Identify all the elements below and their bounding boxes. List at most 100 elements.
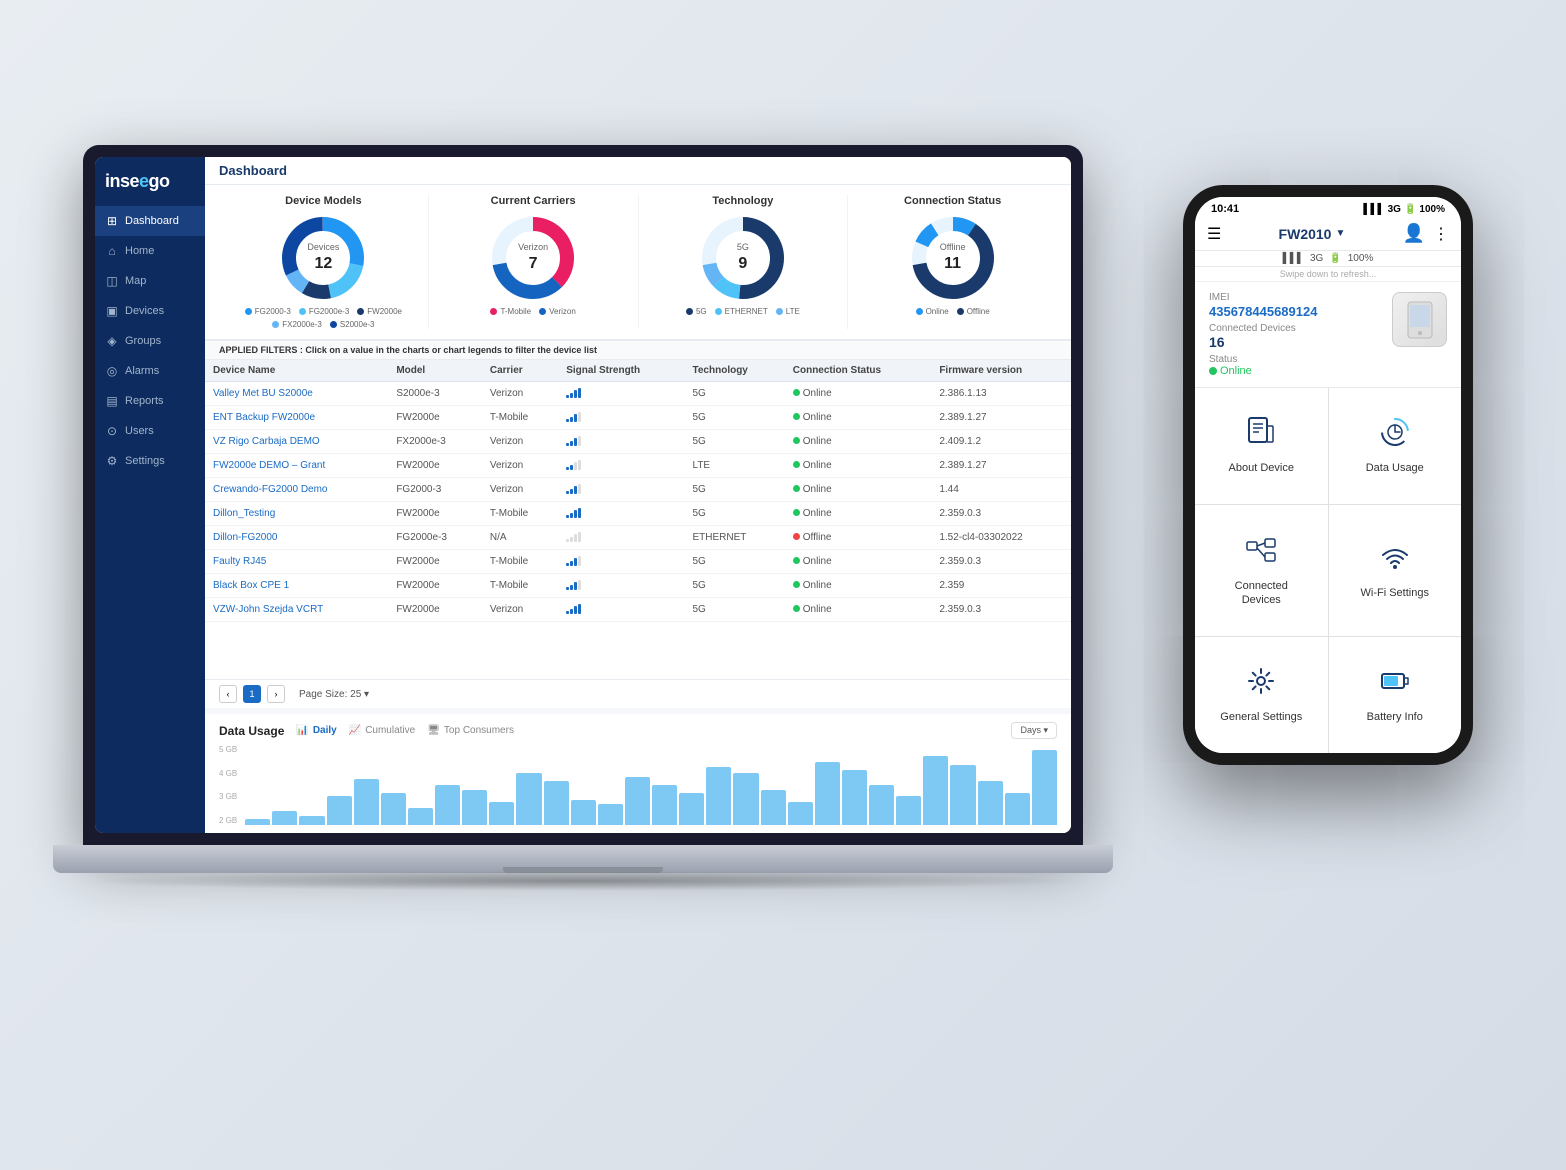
table-row: Dillon_Testing FW2000e T-Mobile 5G Onlin… bbox=[205, 502, 1071, 526]
bar-col bbox=[516, 773, 541, 825]
legend-item: FG2000e-3 bbox=[299, 307, 349, 316]
signal-cell bbox=[558, 598, 684, 622]
sidebar-item-dashboard[interactable]: ⊞ Dashboard bbox=[95, 206, 205, 236]
page-1-btn[interactable]: 1 bbox=[243, 685, 261, 703]
phone-connected-devices: 16 bbox=[1209, 334, 1382, 350]
days-filter-btn[interactable]: Days ▾ bbox=[1011, 722, 1057, 739]
col-firmware[interactable]: Firmware version bbox=[931, 360, 1071, 382]
phone-device-image bbox=[1392, 292, 1447, 347]
bar-col bbox=[652, 785, 677, 825]
status-cell: Offline bbox=[785, 526, 932, 550]
phone-signal-row: ▌▌▌ 3G 🔋 100% bbox=[1195, 251, 1461, 267]
sidebar-item-alarms[interactable]: ◎ Alarms bbox=[95, 356, 205, 386]
table-row: Faulty RJ45 FW2000e T-Mobile 5G Online 2… bbox=[205, 550, 1071, 574]
battery-info-icon bbox=[1379, 665, 1411, 704]
grid-item-general-settings[interactable]: General Settings bbox=[1195, 637, 1328, 753]
device-table: Device Name Model Carrier Signal Strengt… bbox=[205, 360, 1071, 622]
grid-item-data-usage[interactable]: Data Usage bbox=[1329, 388, 1462, 504]
legend-item: ETHERNET bbox=[715, 307, 768, 316]
chart-legend-carriers: T-Mobile Verizon bbox=[490, 307, 575, 316]
tab-daily[interactable]: 📊 Daily bbox=[296, 725, 336, 736]
device-name-cell[interactable]: Black Box CPE 1 bbox=[205, 574, 388, 598]
tab-top-consumers[interactable]: 🖥 Top Consumers bbox=[427, 725, 514, 736]
status-cell: Online bbox=[785, 382, 932, 406]
sidebar-item-reports[interactable]: ▤ Reports bbox=[95, 386, 205, 416]
data-usage-icon bbox=[1379, 416, 1411, 455]
device-name-cell[interactable]: VZ Rigo Carbaja DEMO bbox=[205, 430, 388, 454]
sidebar: inseego ⊞ Dashboard ⌂ Home ◫ bbox=[95, 157, 205, 833]
dashboard-icon: ⊞ bbox=[105, 214, 119, 228]
battery-icon: 🔋 bbox=[1404, 204, 1416, 215]
top-bar: Dashboard bbox=[205, 157, 1071, 185]
pagination-row: ‹ 1 › Page Size: 25 ▾ bbox=[205, 679, 1071, 708]
legend-item: FG2000-3 bbox=[245, 307, 291, 316]
sidebar-item-home[interactable]: ⌂ Home bbox=[95, 236, 205, 266]
col-connection-status[interactable]: Connection Status bbox=[785, 360, 932, 382]
model-cell: FW2000e bbox=[388, 454, 482, 478]
more-icon[interactable]: ⋮ bbox=[1433, 224, 1449, 244]
col-signal[interactable]: Signal Strength bbox=[558, 360, 684, 382]
phone-status-bar: 10:41 ▌▌▌ 3G 🔋 100% bbox=[1195, 197, 1461, 217]
grid-item-battery-info[interactable]: Battery Info bbox=[1329, 637, 1462, 753]
grid-item-about-device[interactable]: About Device bbox=[1195, 388, 1328, 504]
col-device-name[interactable]: Device Name bbox=[205, 360, 388, 382]
phone-screen: 10:41 ▌▌▌ 3G 🔋 100% ☰ FW2010 ▼ 👤 ⋮ bbox=[1195, 197, 1461, 753]
signal-cell bbox=[558, 430, 684, 454]
laptop-base bbox=[53, 845, 1113, 873]
next-page-btn[interactable]: › bbox=[267, 685, 285, 703]
sidebar-item-map[interactable]: ◫ Map bbox=[95, 266, 205, 296]
legend-item: Offline bbox=[957, 307, 990, 316]
col-carrier[interactable]: Carrier bbox=[482, 360, 558, 382]
phone-imei-value[interactable]: 435678445689124 bbox=[1209, 304, 1382, 319]
carrier-cell: T-Mobile bbox=[482, 550, 558, 574]
chart-current-carriers: Current Carriers Verizon 7 bbox=[429, 195, 639, 329]
device-name-cell[interactable]: Dillon-FG2000 bbox=[205, 526, 388, 550]
avatar-icon[interactable]: 👤 bbox=[1403, 223, 1425, 244]
sidebar-item-devices[interactable]: ▣ Devices bbox=[95, 296, 205, 326]
col-model[interactable]: Model bbox=[388, 360, 482, 382]
legend-item: FX2000e-3 bbox=[272, 320, 322, 329]
grid-item-connected-devices[interactable]: ConnectedDevices bbox=[1195, 505, 1328, 636]
device-name-cell[interactable]: Faulty RJ45 bbox=[205, 550, 388, 574]
tech-cell: 5G bbox=[685, 430, 785, 454]
signal-cell bbox=[558, 574, 684, 598]
sidebar-item-users[interactable]: ⊙ Users bbox=[95, 416, 205, 446]
grid-item-wifi-settings[interactable]: Wi-Fi Settings bbox=[1329, 505, 1462, 636]
donut-current-carriers: Verizon 7 bbox=[488, 213, 578, 303]
main-content: Dashboard Device Models bbox=[205, 157, 1071, 833]
table-row: ENT Backup FW2000e FW2000e T-Mobile 5G O… bbox=[205, 406, 1071, 430]
bar-col bbox=[679, 793, 704, 825]
bar-col bbox=[571, 800, 596, 825]
chart-connection-status: Connection Status Offline 11 bbox=[848, 195, 1057, 329]
battery-percent: 100% bbox=[1348, 253, 1374, 264]
device-name-cell[interactable]: FW2000e DEMO – Grant bbox=[205, 454, 388, 478]
hamburger-icon[interactable]: ☰ bbox=[1207, 224, 1221, 244]
prev-page-btn[interactable]: ‹ bbox=[219, 685, 237, 703]
col-technology[interactable]: Technology bbox=[685, 360, 785, 382]
device-name-cell[interactable]: Crewando-FG2000 Demo bbox=[205, 478, 388, 502]
phone-status-value: Online bbox=[1209, 365, 1382, 377]
sidebar-item-settings[interactable]: ⚙ Settings bbox=[95, 446, 205, 476]
signal-cell bbox=[558, 526, 684, 550]
status-cell: Online bbox=[785, 406, 932, 430]
donut-technology: 5G 9 bbox=[698, 213, 788, 303]
device-name-cell[interactable]: Dillon_Testing bbox=[205, 502, 388, 526]
signal-cell bbox=[558, 454, 684, 478]
phone-device-info: IMEI 435678445689124 Connected Devices 1… bbox=[1195, 282, 1461, 388]
chevron-down-icon[interactable]: ▼ bbox=[1335, 228, 1345, 239]
model-cell: FW2000e bbox=[388, 406, 482, 430]
tab-cumulative[interactable]: 📈 Cumulative bbox=[349, 725, 415, 736]
device-name-cell[interactable]: VZW-John Szejda VCRT bbox=[205, 598, 388, 622]
signal-cell bbox=[558, 478, 684, 502]
table-row: Dillon-FG2000 FG2000e-3 N/A ETHERNET Off… bbox=[205, 526, 1071, 550]
bar-col bbox=[733, 773, 758, 825]
wifi-icon bbox=[1379, 541, 1411, 580]
legend-item: T-Mobile bbox=[490, 307, 531, 316]
table-row: Crewando-FG2000 Demo FG2000-3 Verizon 5G… bbox=[205, 478, 1071, 502]
device-name-cell[interactable]: ENT Backup FW2000e bbox=[205, 406, 388, 430]
sidebar-item-groups[interactable]: ◈ Groups bbox=[95, 326, 205, 356]
signal-icon: ▌▌▌ bbox=[1363, 204, 1384, 215]
phone: 10:41 ▌▌▌ 3G 🔋 100% ☰ FW2010 ▼ 👤 ⋮ bbox=[1183, 185, 1473, 765]
bar-col bbox=[354, 779, 379, 825]
device-name-cell[interactable]: Valley Met BU S2000e bbox=[205, 382, 388, 406]
